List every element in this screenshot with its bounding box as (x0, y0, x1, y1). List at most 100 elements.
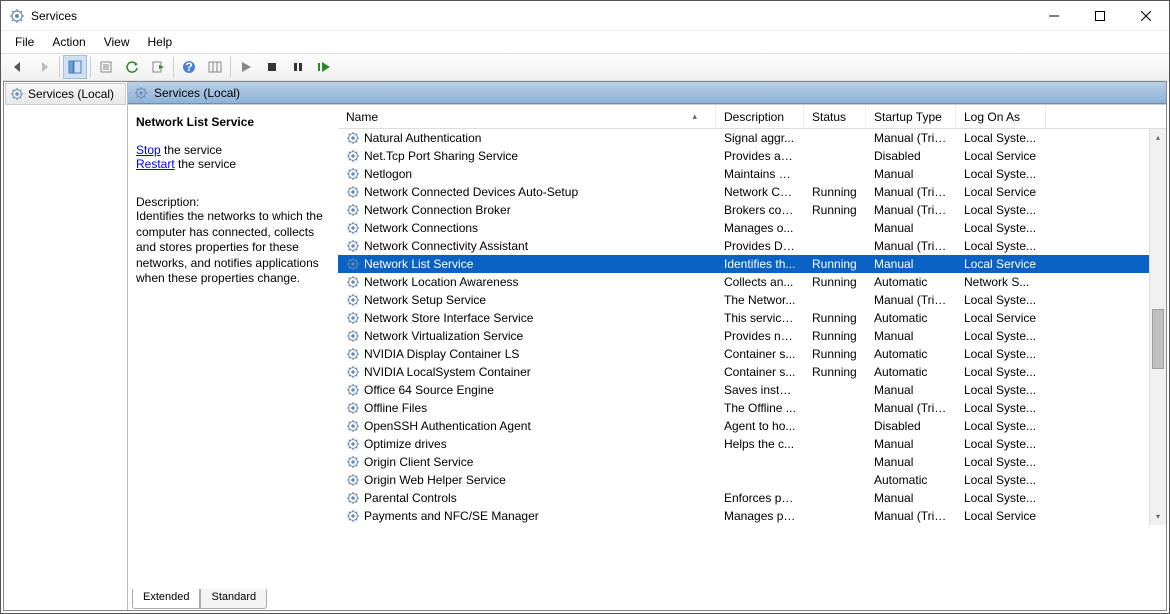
refresh-button[interactable] (120, 55, 144, 79)
service-icon (346, 221, 360, 235)
service-row[interactable]: Optimize drivesHelps the c...ManualLocal… (338, 435, 1149, 453)
forward-button[interactable] (32, 55, 56, 79)
service-row[interactable]: Origin Web Helper ServiceAutomaticLocal … (338, 471, 1149, 489)
minimize-button[interactable] (1031, 1, 1077, 31)
service-icon (346, 293, 360, 307)
service-icon (346, 365, 360, 379)
show-hide-tree-button[interactable] (63, 55, 87, 79)
service-row[interactable]: Network Store Interface ServiceThis serv… (338, 309, 1149, 327)
service-row[interactable]: Payments and NFC/SE ManagerManages pa...… (338, 507, 1149, 525)
service-row[interactable]: Network ConnectionsManages o...ManualLoc… (338, 219, 1149, 237)
title-bar: Services (1, 1, 1169, 31)
service-description (716, 461, 804, 463)
service-startup: Manual (Trig... (866, 238, 956, 254)
column-startup[interactable]: Startup Type (866, 105, 956, 128)
description-text: Identifies the networks to which the com… (136, 209, 330, 287)
tree-node-services-local[interactable]: Services (Local) (5, 83, 126, 105)
service-startup: Manual (866, 328, 956, 344)
service-row[interactable]: Origin Client ServiceManualLocal Syste..… (338, 453, 1149, 471)
service-row[interactable]: Network List ServiceIdentifies th...Runn… (338, 255, 1149, 273)
service-description (716, 479, 804, 481)
menu-help[interactable]: Help (140, 33, 181, 51)
service-name: Optimize drives (364, 437, 447, 451)
service-name: NVIDIA LocalSystem Container (364, 365, 531, 379)
service-startup: Automatic (866, 364, 956, 380)
column-status[interactable]: Status (804, 105, 866, 128)
service-icon (346, 257, 360, 271)
restart-service-button[interactable] (312, 55, 336, 79)
service-row[interactable]: Parental ControlsEnforces pa...ManualLoc… (338, 489, 1149, 507)
scroll-down-icon[interactable]: ▾ (1150, 508, 1166, 525)
stop-service-button[interactable] (260, 55, 284, 79)
service-row[interactable]: NVIDIA Display Container LSContainer s..… (338, 345, 1149, 363)
column-headers: Name Description Status Startup Type Log… (338, 105, 1166, 129)
service-name: NVIDIA Display Container LS (364, 347, 519, 361)
service-row[interactable]: Network Location AwarenessCollects an...… (338, 273, 1149, 291)
service-row[interactable]: Natural AuthenticationSignal aggr...Manu… (338, 129, 1149, 147)
service-row[interactable]: Network Connection BrokerBrokers con...R… (338, 201, 1149, 219)
service-description: Helps the c... (716, 436, 804, 452)
back-button[interactable] (6, 55, 30, 79)
tab-standard[interactable]: Standard (200, 589, 267, 609)
service-name: Netlogon (364, 167, 412, 181)
menu-view[interactable]: View (96, 33, 138, 51)
restart-service-link[interactable]: Restart (136, 157, 175, 171)
close-button[interactable] (1123, 1, 1169, 31)
service-startup: Manual (866, 166, 956, 182)
service-status (804, 299, 866, 301)
service-name: Network Connected Devices Auto-Setup (364, 185, 578, 199)
service-row[interactable]: Network Virtualization ServiceProvides n… (338, 327, 1149, 345)
maximize-button[interactable] (1077, 1, 1123, 31)
service-description: Container s... (716, 364, 804, 380)
description-label: Description: (136, 195, 330, 209)
help-button[interactable]: ? (177, 55, 201, 79)
service-description: Provides ne... (716, 328, 804, 344)
menu-file[interactable]: File (7, 33, 42, 51)
vertical-scrollbar[interactable]: ▴ ▾ (1149, 129, 1166, 525)
menu-bar: File Action View Help (1, 31, 1169, 53)
pause-service-button[interactable] (286, 55, 310, 79)
service-logon: Local Syste... (956, 346, 1046, 362)
scroll-thumb[interactable] (1152, 309, 1164, 369)
service-logon: Local Syste... (956, 382, 1046, 398)
service-row[interactable]: Network Connected Devices Auto-SetupNetw… (338, 183, 1149, 201)
tab-extended[interactable]: Extended (132, 589, 200, 609)
export-button[interactable] (146, 55, 170, 79)
service-description: Signal aggr... (716, 130, 804, 146)
service-logon: Local Service (956, 310, 1046, 326)
services-list[interactable]: Natural AuthenticationSignal aggr...Manu… (338, 129, 1149, 525)
service-row[interactable]: Offline FilesThe Offline ...Manual (Trig… (338, 399, 1149, 417)
columns-button[interactable] (203, 55, 227, 79)
service-name: Network Connection Broker (364, 203, 511, 217)
service-icon (346, 347, 360, 361)
properties-button[interactable] (94, 55, 118, 79)
service-icon (346, 131, 360, 145)
scroll-up-icon[interactable]: ▴ (1150, 129, 1166, 146)
service-startup: Automatic (866, 274, 956, 290)
service-startup: Manual (866, 256, 956, 272)
stop-service-link[interactable]: Stop (136, 143, 161, 157)
console-tree[interactable]: Services (Local) (4, 82, 128, 610)
column-description[interactable]: Description (716, 105, 804, 128)
service-row[interactable]: Network Connectivity AssistantProvides D… (338, 237, 1149, 255)
service-row[interactable]: OpenSSH Authentication AgentAgent to ho.… (338, 417, 1149, 435)
service-row[interactable]: NVIDIA LocalSystem Container Container s.… (338, 363, 1149, 381)
service-logon: Local Syste... (956, 166, 1046, 182)
service-row[interactable]: Office 64 Source EngineSaves install...M… (338, 381, 1149, 399)
service-startup: Automatic (866, 346, 956, 362)
service-logon: Local Service (956, 508, 1046, 524)
service-row[interactable]: Net.Tcp Port Sharing ServiceProvides abi… (338, 147, 1149, 165)
service-status (804, 155, 866, 157)
service-logon: Local Syste... (956, 490, 1046, 506)
service-name: Net.Tcp Port Sharing Service (364, 149, 518, 163)
service-row[interactable]: NetlogonMaintains a ...ManualLocal Syste… (338, 165, 1149, 183)
column-name[interactable]: Name (338, 105, 716, 128)
service-description: Provides Dir... (716, 238, 804, 254)
service-description: Manages pa... (716, 508, 804, 524)
service-row[interactable]: Network Setup ServiceThe Networ...Manual… (338, 291, 1149, 309)
menu-action[interactable]: Action (44, 33, 93, 51)
service-name: Office 64 Source Engine (364, 383, 494, 397)
start-service-button[interactable] (234, 55, 258, 79)
service-status (804, 497, 866, 499)
column-logon[interactable]: Log On As (956, 105, 1046, 128)
